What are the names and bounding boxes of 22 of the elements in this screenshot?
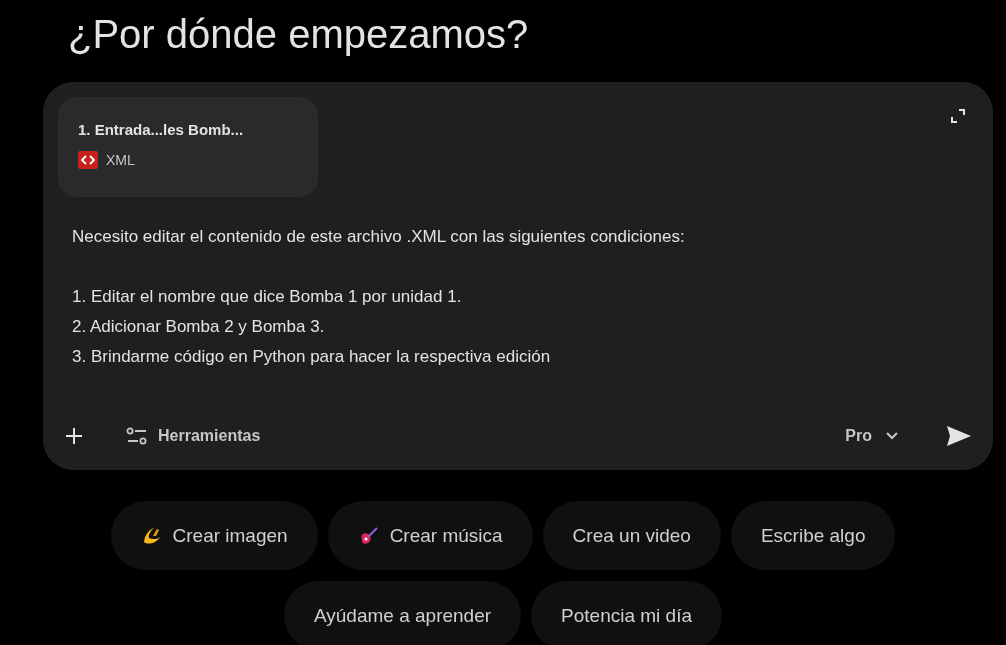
prompt-text: 1. Editar el nombre que dice Bomba 1 por unidad 1. xyxy=(72,286,462,308)
attachment-card[interactable]: 1. Entrada...les Bomb... XML xyxy=(58,97,318,197)
suggestion-chip[interactable]: Crear imagen xyxy=(110,501,318,570)
prompt-text: 3. Brindarme código en Python para hacer la respectiva edición xyxy=(72,346,551,368)
model-selector[interactable]: Pro xyxy=(839,421,904,451)
send-icon xyxy=(946,425,972,447)
file-name: 1. Entrada...les Bomb... xyxy=(78,121,244,138)
suggestion-chip[interactable]: Potencia mi día xyxy=(531,581,723,645)
expand-icon[interactable] xyxy=(951,109,965,123)
file-type: XML xyxy=(106,152,135,168)
code-file-icon xyxy=(78,151,98,169)
tools-button[interactable]: Herramientas xyxy=(120,420,267,452)
plus-icon xyxy=(64,426,84,446)
suggestion-chip[interactable]: Escribe algo xyxy=(730,501,896,570)
prompt-text: Necesito editar el contenido de este archivo .XML con las siguientes condiciones: xyxy=(72,226,685,248)
sliders-icon xyxy=(126,426,148,446)
suggestion-chip[interactable]: Ayúdame a aprender xyxy=(283,581,522,645)
chevron-down-icon xyxy=(886,432,898,440)
prompt-text: 2. Adicionar Bomba 2 y Bomba 3. xyxy=(72,316,325,338)
page-heading: ¿Por dónde empezamos? xyxy=(68,11,529,58)
suggestion-chip[interactable]: Crear música xyxy=(327,501,533,570)
suggestion-chip[interactable]: Crea un video xyxy=(542,501,721,570)
